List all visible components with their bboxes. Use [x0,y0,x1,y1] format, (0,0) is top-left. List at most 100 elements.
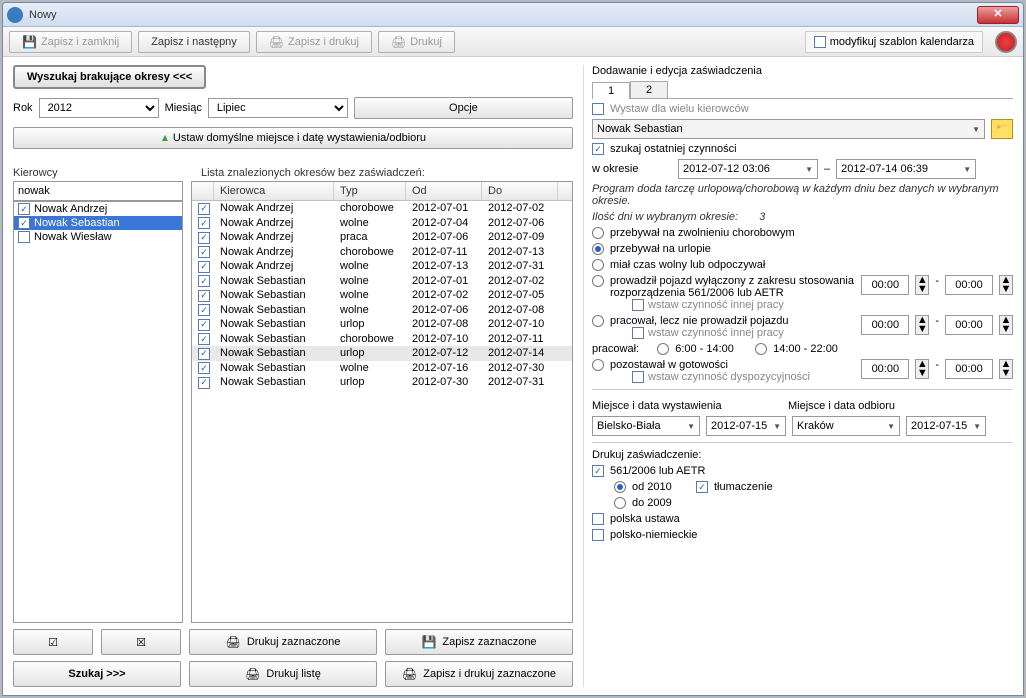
checkbox-icon[interactable]: ✓ [198,348,210,360]
options-button[interactable]: Opcje [354,97,573,119]
folder-button[interactable]: 📁 [991,119,1013,139]
checkbox-icon[interactable]: ✓ [198,304,210,316]
year-select[interactable]: 2012 [39,98,159,118]
checkbox-icon[interactable]: ✓ [18,217,30,229]
table-row[interactable]: ✓Nowak Sebastianwolne2012-07-012012-07-0… [192,274,572,289]
save-print-button[interactable]: Zapisz i drukuj [256,31,372,53]
table-row[interactable]: ✓Nowak Sebastianwolne2012-07-022012-07-0… [192,288,572,303]
uncheck-all-button[interactable]: ☒ [101,629,181,655]
save-close-button[interactable]: Zapisz i zamknij [9,31,132,53]
save-selected-button[interactable]: Zapisz zaznaczone [385,629,573,655]
checkbox-icon[interactable]: ✓ [198,362,210,374]
checkbox-icon[interactable]: ✓ [198,290,210,302]
modify-template-check[interactable]: modyfikuj szablon kalendarza [805,31,983,53]
table-row[interactable]: ✓Nowak Andrzejchorobowe2012-07-012012-07… [192,201,572,216]
search-missing-button[interactable]: Wyszukaj brakujące okresy <<< [13,65,206,89]
table-row[interactable]: ✓Nowak Sebastianchorobowe2012-07-102012-… [192,332,572,347]
receive-place-input[interactable]: Kraków▼ [792,416,900,436]
radio-od2010[interactable] [614,481,626,493]
time-to-input[interactable] [945,275,993,295]
col-to[interactable]: Do [482,182,558,200]
spinner[interactable]: ▲▼ [999,315,1013,335]
radio-worked-14-22[interactable] [755,343,767,355]
checkbox-icon[interactable]: ✓ [198,319,210,331]
toolbar-close-button[interactable] [995,31,1017,53]
table-row[interactable]: ✓Nowak Andrzejchorobowe2012-07-112012-07… [192,245,572,260]
table-row[interactable]: ✓Nowak Sebastianurlop2012-07-122012-07-1… [192,346,572,361]
checkbox-icon[interactable]: ✓ [198,333,210,345]
check-all-button[interactable]: ☑ [13,629,93,655]
checkbox-icon[interactable]: ✓ [198,217,210,229]
radio-worked-nodrive[interactable] [592,315,604,327]
tab-2[interactable]: 2 [630,81,668,98]
save-next-button[interactable]: Zapisz i następny [138,31,250,53]
col-type[interactable]: Typ [334,182,406,200]
table-row[interactable]: ✓Nowak Sebastianurlop2012-07-302012-07-3… [192,375,572,390]
spinner[interactable]: ▲▼ [999,359,1013,379]
issue-date-input[interactable]: 2012-07-15▼ [706,416,786,436]
spinner[interactable]: ▲▼ [999,275,1013,295]
period-to-input[interactable]: 2012-07-14 06:39▼ [836,159,976,179]
issue-place-input[interactable]: Bielsko-Biała▼ [592,416,700,436]
set-default-button[interactable]: Ustaw domyślne miejsce i datę wystawieni… [13,127,573,149]
radio-sick[interactable] [592,227,604,239]
radio-worked-6-14[interactable] [657,343,669,355]
checkbox-icon[interactable]: ✓ [18,203,30,215]
driver-combo[interactable]: Nowak Sebastian▼ [592,119,985,139]
table-row[interactable]: ✓Nowak Sebastianwolne2012-07-162012-07-3… [192,361,572,376]
driver-list[interactable]: ✓Nowak Andrzej✓Nowak SebastianNowak Wies… [13,201,183,623]
radio-ready[interactable] [592,359,604,371]
checkbox-polskoniem[interactable] [592,529,604,541]
driver-filter-input[interactable] [13,181,183,201]
print-button[interactable]: Drukuj [378,31,455,53]
radio-do2009[interactable] [614,497,626,509]
radio-vehicle[interactable] [592,275,604,287]
receive-date-input[interactable]: 2012-07-15▼ [906,416,986,436]
window-title: Nowy [29,9,977,21]
print-list-button[interactable]: Drukuj listę [189,661,377,687]
time-from-input[interactable] [861,315,909,335]
table-row[interactable]: ✓Nowak Andrzejpraca2012-07-062012-07-09 [192,230,572,245]
spinner[interactable]: ▲▼ [915,315,929,335]
checkbox-icon[interactable]: ✓ [592,143,604,155]
print-selected-button[interactable]: Drukuj zaznaczone [189,629,377,655]
driver-item[interactable]: Nowak Wiesław [14,230,182,244]
driver-item[interactable]: ✓Nowak Sebastian [14,216,182,230]
checkbox-icon[interactable]: ✓ [198,275,210,287]
spinner[interactable]: ▲▼ [915,359,929,379]
checkbox-icon[interactable]: ✓ [198,246,210,258]
spinner[interactable]: ▲▼ [915,275,929,295]
col-driver[interactable]: Kierowca [214,182,334,200]
driver-item[interactable]: ✓Nowak Andrzej [14,202,182,216]
window-close-button[interactable]: ✕ [977,6,1019,24]
search-button[interactable]: Szukaj >>> [13,661,181,687]
checkbox-561[interactable]: ✓ [592,465,604,477]
time-from-input[interactable] [861,359,909,379]
time-from-input[interactable] [861,275,909,295]
radio-free[interactable] [592,259,604,271]
checkbox-icon[interactable]: ✓ [198,203,210,215]
tab-1[interactable]: 1 [592,82,630,99]
save-print-selected-button[interactable]: Zapisz i drukuj zaznaczone [385,661,573,687]
checkbox-icon[interactable]: ✓ [198,377,210,389]
checkbox-icon[interactable]: ✓ [198,261,210,273]
radio-vacation[interactable] [592,243,604,255]
checkbox-icon[interactable] [632,371,644,383]
period-from-input[interactable]: 2012-07-12 03:06▼ [678,159,818,179]
checkbox-icon[interactable] [18,231,30,243]
checkbox-polska[interactable] [592,513,604,525]
table-row[interactable]: ✓Nowak Andrzejwolne2012-07-132012-07-31 [192,259,572,274]
month-select[interactable]: Lipiec [208,98,348,118]
checkbox-icon[interactable] [592,103,604,115]
time-to-input[interactable] [945,359,993,379]
table-body[interactable]: ✓Nowak Andrzejchorobowe2012-07-012012-07… [192,201,572,622]
table-row[interactable]: ✓Nowak Andrzejwolne2012-07-042012-07-06 [192,216,572,231]
checkbox-icon[interactable] [632,299,644,311]
time-to-input[interactable] [945,315,993,335]
table-row[interactable]: ✓Nowak Sebastianurlop2012-07-082012-07-1… [192,317,572,332]
checkbox-icon[interactable]: ✓ [198,232,210,244]
checkbox-translate[interactable]: ✓ [696,481,708,493]
table-row[interactable]: ✓Nowak Sebastianwolne2012-07-062012-07-0… [192,303,572,318]
col-from[interactable]: Od [406,182,482,200]
checkbox-icon[interactable] [632,327,644,339]
